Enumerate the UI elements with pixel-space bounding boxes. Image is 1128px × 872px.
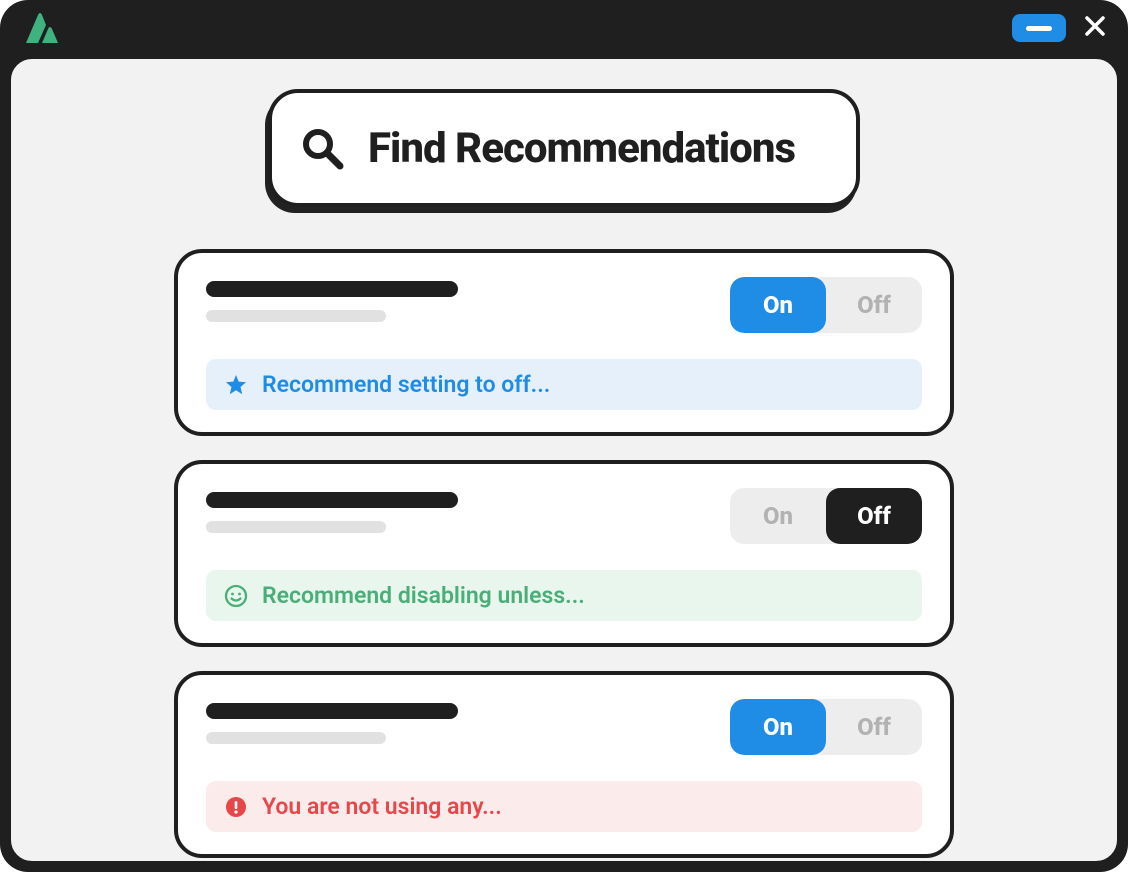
recommendation-banner: Recommend setting to off... xyxy=(206,359,922,410)
setting-card: On Off You are not using any... xyxy=(174,671,954,858)
toggle-off-button[interactable]: Off xyxy=(826,277,922,333)
toggle-group: On Off xyxy=(730,699,922,755)
minimize-button[interactable] xyxy=(1012,14,1066,42)
setting-title-placeholder xyxy=(206,281,458,322)
search-bar[interactable]: Find Recommendations xyxy=(268,89,860,207)
smile-icon xyxy=(224,584,248,608)
recommendation-text: Recommend setting to off... xyxy=(262,371,550,398)
app-logo-icon xyxy=(22,11,60,45)
close-button[interactable] xyxy=(1084,15,1106,42)
recommendation-banner: You are not using any... xyxy=(206,781,922,832)
titlebar xyxy=(0,0,1128,56)
toggle-on-button[interactable]: On xyxy=(730,699,826,755)
toggle-on-button[interactable]: On xyxy=(730,488,826,544)
content-panel: Find Recommendations On Off xyxy=(8,56,1120,864)
toggle-off-button[interactable]: Off xyxy=(826,699,922,755)
search-label: Find Recommendations xyxy=(368,124,795,173)
alert-icon xyxy=(224,795,248,819)
toggle-group: On Off xyxy=(730,277,922,333)
recommendation-text: You are not using any... xyxy=(262,793,502,820)
app-window: Find Recommendations On Off xyxy=(0,0,1128,872)
setting-card: On Off Recommend disabling unless... xyxy=(174,460,954,647)
search-icon xyxy=(300,126,344,170)
setting-title-placeholder xyxy=(206,703,458,744)
recommendation-banner: Recommend disabling unless... xyxy=(206,570,922,621)
toggle-off-button[interactable]: Off xyxy=(826,488,922,544)
setting-title-placeholder xyxy=(206,492,458,533)
toggle-group: On Off xyxy=(730,488,922,544)
recommendation-text: Recommend disabling unless... xyxy=(262,582,585,609)
toggle-on-button[interactable]: On xyxy=(730,277,826,333)
setting-card: On Off Recommend setting to off... xyxy=(174,249,954,436)
star-icon xyxy=(224,373,248,397)
